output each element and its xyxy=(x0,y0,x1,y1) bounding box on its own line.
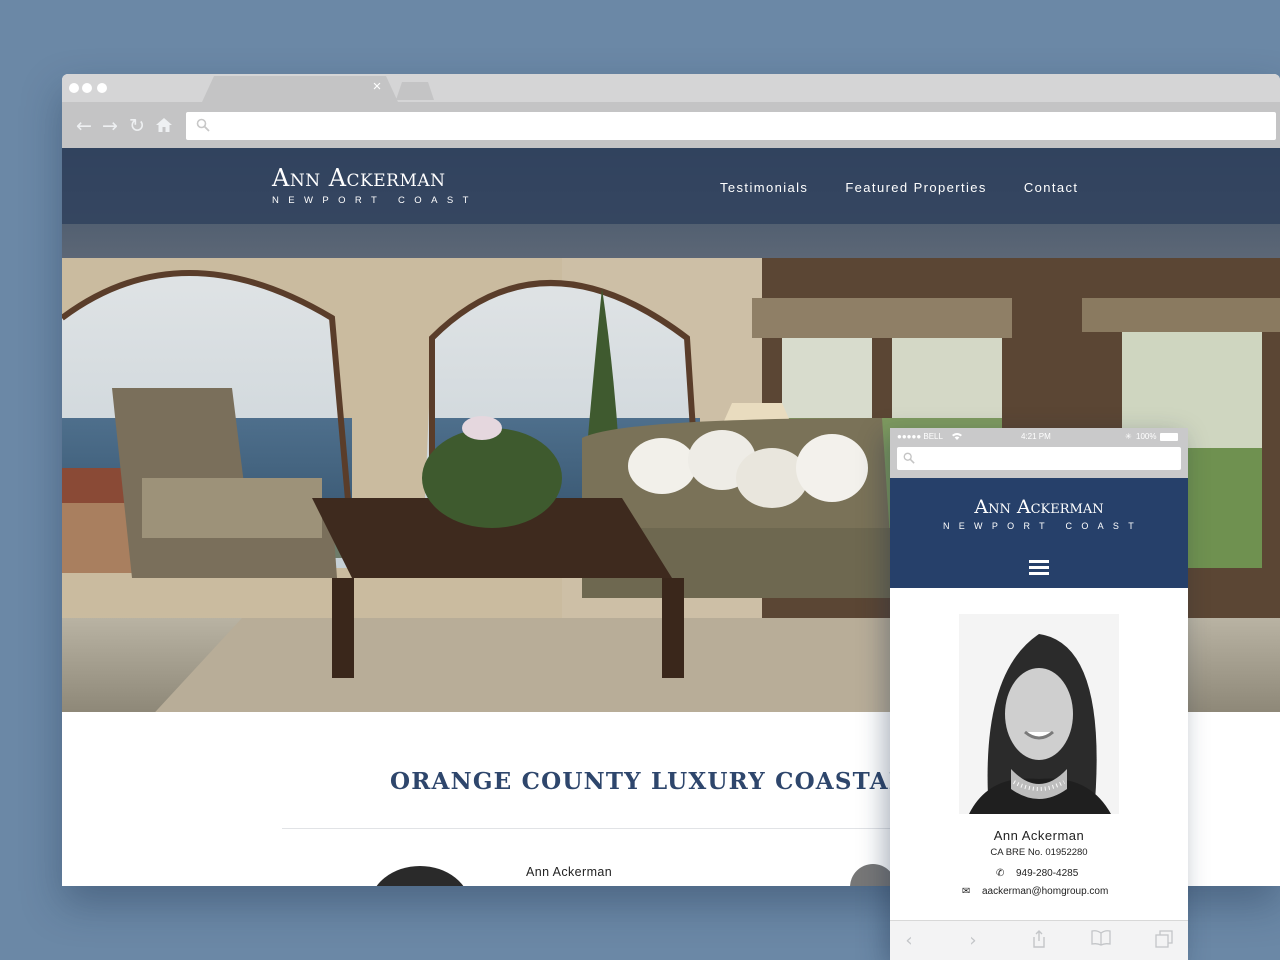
mobile-browser-bar xyxy=(890,447,1188,478)
agent-email: aackerman@homgroup.com xyxy=(982,886,1109,897)
address-bar[interactable] xyxy=(186,112,1276,140)
mobile-logo-name[interactable]: Ann Ackerman xyxy=(890,496,1188,518)
agent-name: Ann Ackerman xyxy=(526,865,613,879)
envelope-icon: ✉ xyxy=(962,886,971,897)
window-minimize-dot[interactable] xyxy=(82,83,92,93)
search-icon xyxy=(903,452,915,464)
back-arrow-icon[interactable]: ← xyxy=(74,116,94,136)
mobile-browser-toolbar: ‹ › xyxy=(890,920,1188,960)
agent-email-link[interactable]: ✉ aackerman@homgroup.com xyxy=(962,886,1108,897)
phone-icon: ✆ xyxy=(996,868,1005,879)
search-icon xyxy=(196,118,210,132)
forward-arrow-icon[interactable]: → xyxy=(100,116,120,136)
share-icon[interactable] xyxy=(1028,930,1050,952)
tab-close-icon[interactable]: × xyxy=(370,79,384,95)
status-time: 4:21 PM xyxy=(1021,432,1051,441)
nav-contact[interactable]: Contact xyxy=(1024,180,1079,195)
agent-portrait xyxy=(959,614,1119,814)
window-maximize-dot[interactable] xyxy=(97,83,107,93)
battery-icon xyxy=(1160,433,1178,441)
mobile-agent-name: Ann Ackerman xyxy=(993,828,1085,843)
tabs-icon[interactable] xyxy=(1153,930,1175,952)
wifi-icon xyxy=(952,432,962,442)
agent-phone: 949-280-4285 xyxy=(1016,868,1079,879)
nav-featured-properties[interactable]: Featured Properties xyxy=(845,180,987,195)
nav-testimonials[interactable]: Testimonials xyxy=(720,180,808,195)
carrier-signal: ●●●●● BELL xyxy=(897,432,943,441)
agent-phone-link[interactable]: ✆ 949-280-4285 xyxy=(996,868,1078,879)
mobile-logo-tagline: NEWPORT COAST xyxy=(942,521,1144,531)
main-nav: Testimonials Featured Properties Contact xyxy=(720,180,1078,195)
battery-percent: 100% xyxy=(1136,432,1157,441)
mobile-site-header: Ann Ackerman NEWPORT COAST xyxy=(890,478,1188,588)
browser-tab-active[interactable] xyxy=(202,76,398,102)
new-tab-button[interactable] xyxy=(396,82,434,100)
mobile-address-bar[interactable] xyxy=(897,447,1181,470)
bookmarks-icon[interactable] xyxy=(1090,930,1112,952)
mobile-agent-license: CA BRE No. 01952280 xyxy=(990,847,1088,858)
agent-photo xyxy=(370,866,470,886)
site-logo[interactable]: Ann Ackerman NEWPORT COAST xyxy=(272,164,478,206)
back-chevron-icon[interactable]: ‹ xyxy=(898,930,920,952)
site-header: Ann Ackerman NEWPORT COAST Testimonials … xyxy=(62,148,1280,224)
browser-toolbar: ← → ↻ xyxy=(62,102,1280,148)
home-icon[interactable] xyxy=(154,116,174,136)
bluetooth-icon: ✳ xyxy=(1125,432,1132,441)
hamburger-menu-icon[interactable] xyxy=(1029,560,1049,576)
reload-icon[interactable]: ↻ xyxy=(127,116,147,136)
logo-tagline: NEWPORT COAST xyxy=(272,195,478,206)
mobile-device: ●●●●● BELL 4:21 PM ✳ 100% Ann Ackerman N… xyxy=(890,428,1188,960)
mobile-status-bar: ●●●●● BELL 4:21 PM ✳ 100% xyxy=(890,428,1188,447)
browser-tab-strip: × xyxy=(62,74,1280,102)
logo-name: Ann Ackerman xyxy=(272,164,446,192)
forward-chevron-icon[interactable]: › xyxy=(962,930,984,952)
window-close-dot[interactable] xyxy=(69,83,79,93)
